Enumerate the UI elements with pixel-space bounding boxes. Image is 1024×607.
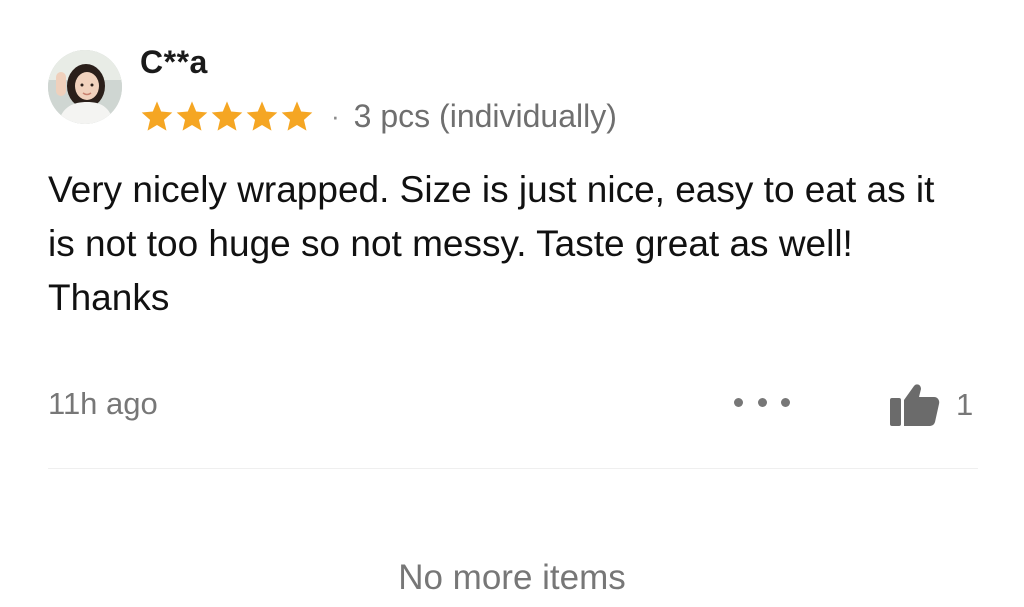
star-icon [281, 101, 313, 131]
like-count: 1 [956, 387, 974, 422]
thumbs-up-icon [890, 384, 940, 426]
reviewer-avatar[interactable] [48, 50, 122, 124]
star-icon [211, 101, 243, 131]
like-button[interactable]: 1 [884, 380, 973, 430]
star-icon [176, 101, 208, 131]
more-dot [757, 397, 767, 407]
review-page: C**a · 3 pcs (individually) Very nicely … [0, 0, 1024, 607]
separator-dot: · [331, 101, 340, 131]
reviewer-name: C**a [140, 44, 208, 80]
star-rating [140, 100, 315, 132]
purchased-variant: 3 pcs (individually) [353, 98, 617, 134]
more-dots-icon [734, 397, 743, 407]
review-time: 11h ago [48, 386, 158, 421]
review-text: Very nicely wrapped. Size is just nice, … [48, 169, 935, 318]
rating-row: · 3 pcs (individually) [140, 96, 617, 136]
star-icon [246, 101, 278, 131]
star-icon [141, 101, 173, 131]
more-dot [781, 397, 790, 407]
no-more-items-label: No more items [398, 558, 626, 597]
divider [48, 468, 978, 469]
more-options-button[interactable] [734, 390, 790, 414]
avatar-photo-icon [48, 50, 122, 124]
review-footer: 11h ago 1 [48, 380, 988, 430]
